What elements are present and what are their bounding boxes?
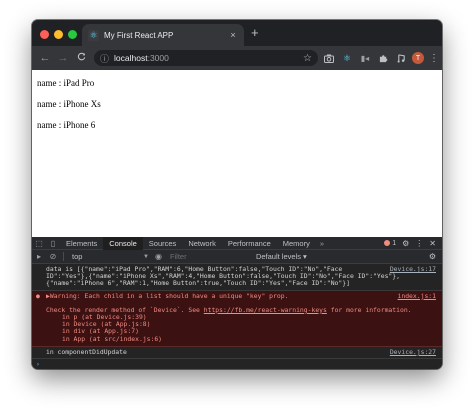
site-info-icon[interactable]: ⓘ: [100, 52, 109, 65]
console-filter-input[interactable]: Filter: [166, 252, 246, 262]
page-content: name : iPad Pro name : iPhone Xs name : …: [32, 70, 442, 237]
back-button[interactable]: ←: [38, 52, 52, 64]
tab-sources[interactable]: Sources: [143, 237, 183, 250]
browser-tab[interactable]: ⚛ My First React APP ×: [82, 24, 244, 46]
react-warning-keys-link[interactable]: https://fb.me/react-warning-keys: [204, 306, 327, 314]
bookmark-star-icon[interactable]: ☆: [303, 53, 312, 64]
live-expression-eye-icon[interactable]: ◉: [155, 252, 162, 261]
devtools-tab-bar: ⬚ ▯ Elements Console Sources Network Per…: [32, 236, 442, 250]
new-tab-button[interactable]: +: [251, 26, 259, 40]
forward-button[interactable]: →: [56, 52, 70, 64]
error-circle-icon: ●: [36, 291, 40, 300]
error-icon: [384, 239, 391, 246]
close-devtools-icon[interactable]: ✕: [429, 239, 436, 248]
device-name-line: name : iPhone Xs: [37, 99, 101, 109]
title-bar: ⚛ My First React APP × +: [32, 20, 442, 46]
close-window-button[interactable]: [40, 30, 49, 39]
log-levels-dropdown[interactable]: Default levels ▾: [256, 252, 366, 261]
media-extension-icon[interactable]: ▮◂: [358, 51, 372, 65]
profile-avatar[interactable]: T: [412, 52, 424, 64]
browser-menu-icon[interactable]: ⋮: [429, 53, 439, 64]
log-source-link[interactable]: Device.js:27: [390, 348, 436, 356]
error-source-link[interactable]: index.js:1: [398, 292, 436, 300]
devtools-menu-icon[interactable]: ⋮: [415, 239, 423, 248]
settings-gear-icon[interactable]: ⚙: [402, 239, 409, 248]
extensions-puzzle-icon[interactable]: [376, 51, 390, 65]
tab-console[interactable]: Console: [103, 236, 143, 250]
browser-window: ⚛ My First React APP × + ← → ⓘ localhost…: [32, 20, 442, 369]
more-tabs-icon[interactable]: »: [316, 239, 328, 248]
maximize-window-button[interactable]: [68, 30, 77, 39]
tab-close-icon[interactable]: ×: [228, 30, 238, 40]
inspect-element-icon[interactable]: ⬚: [32, 239, 46, 248]
react-devtools-extension-icon[interactable]: ⚛: [340, 51, 354, 65]
address-bar[interactable]: ⓘ localhost:3000 ☆: [94, 50, 318, 66]
context-selector[interactable]: top: [67, 252, 143, 261]
tab-title: My First React APP: [104, 30, 174, 40]
error-message[interactable]: ▶Warning: Each child in a list should ha…: [46, 292, 352, 300]
console-settings-gear-icon[interactable]: ⚙: [429, 252, 436, 261]
console-output: data is [{"name":"iPad Pro","RAM":6,"Hom…: [32, 264, 442, 368]
reload-button[interactable]: [74, 52, 88, 64]
tab-network[interactable]: Network: [182, 237, 222, 250]
clear-console-icon[interactable]: ⊘: [46, 252, 60, 261]
tab-performance[interactable]: Performance: [222, 237, 277, 250]
minimize-window-button[interactable]: [54, 30, 63, 39]
error-count-badge[interactable]: 1: [384, 240, 396, 247]
url-text: localhost:3000: [114, 53, 169, 63]
camera-extension-icon[interactable]: [322, 51, 336, 65]
stack-frame[interactable]: in App (at src/index.js:6): [46, 335, 352, 343]
device-name-line: name : iPhone 6: [37, 120, 96, 130]
console-filter-bar: ▸ ⊘ top ▼ ◉ Filter Default levels ▾ ⚙: [32, 250, 442, 264]
show-sidebar-icon[interactable]: ▸: [32, 252, 46, 261]
chevron-down-icon[interactable]: ▼: [143, 254, 149, 260]
reload-icon: [77, 52, 85, 61]
react-favicon-icon: ⚛: [88, 29, 99, 41]
media-control-icon[interactable]: [394, 51, 408, 65]
console-log-entry: data is [{"name":"iPad Pro","RAM":6,"Hom…: [32, 264, 442, 291]
device-name-line: name : iPad Pro: [37, 78, 95, 88]
tab-elements[interactable]: Elements: [60, 237, 103, 250]
console-input[interactable]: ›: [32, 359, 442, 367]
log-source-link[interactable]: Device.js:17: [390, 265, 436, 273]
browser-toolbar: ← → ⓘ localhost:3000 ☆ ⚛ ▮◂ T ⋮: [32, 46, 442, 70]
device-toolbar-icon[interactable]: ▯: [46, 239, 60, 248]
console-error-entry: ● ▶Warning: Each child in a list should …: [32, 290, 442, 347]
tab-memory[interactable]: Memory: [277, 237, 316, 250]
prompt-chevron-icon: ›: [36, 360, 40, 369]
devtools-panel: ⬚ ▯ Elements Console Sources Network Per…: [32, 236, 442, 369]
console-log-entry: in componentDidUpdate Device.js:27: [32, 347, 442, 360]
